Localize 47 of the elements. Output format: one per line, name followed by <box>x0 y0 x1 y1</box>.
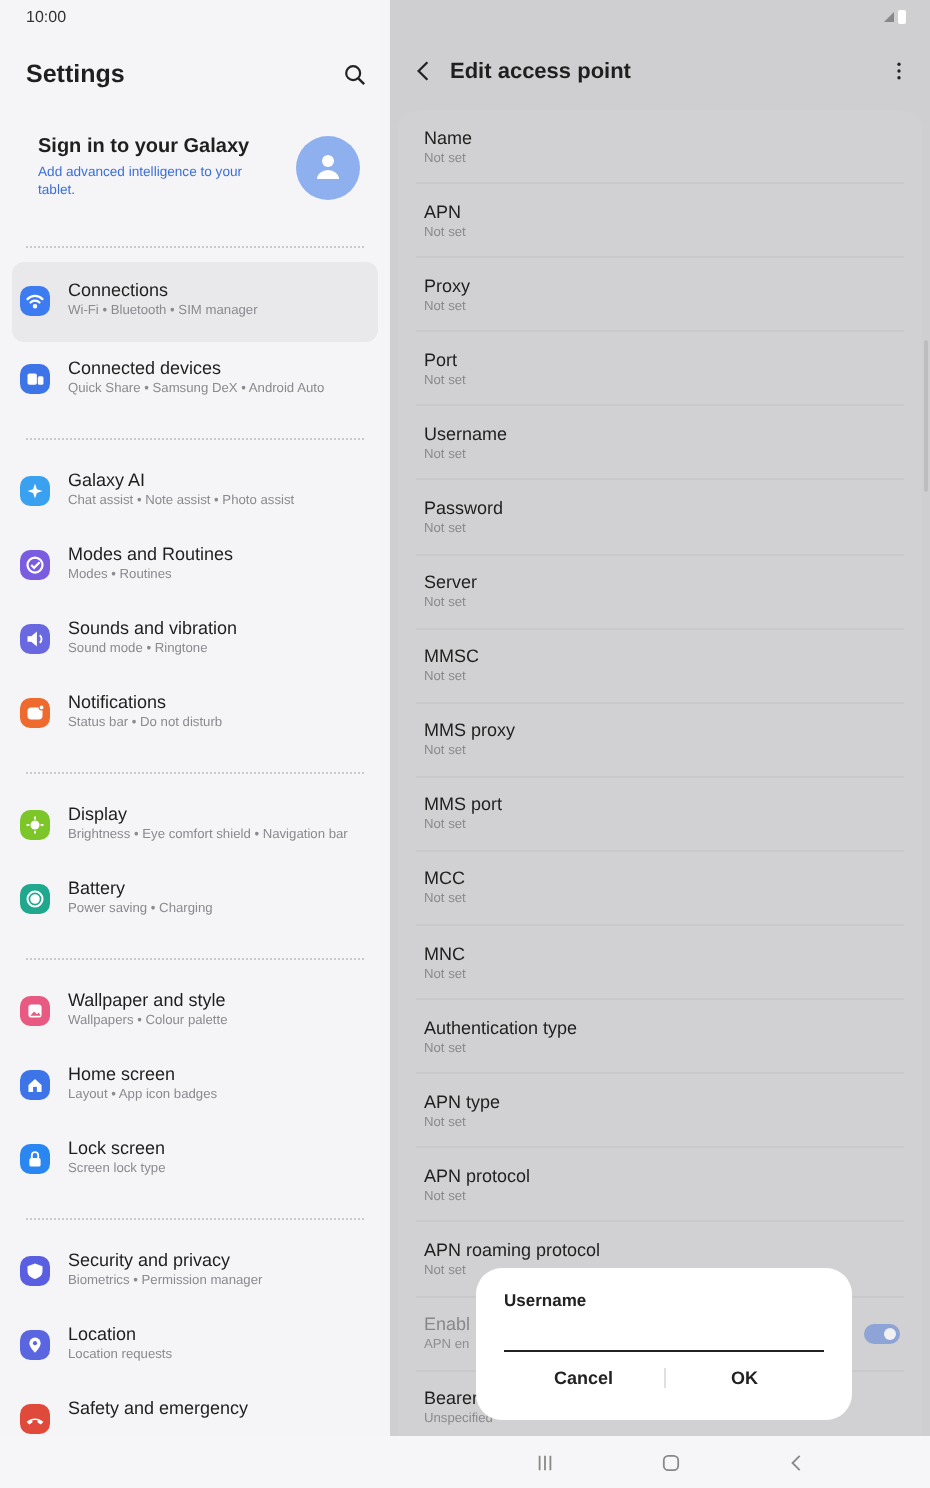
row-title: Proxy <box>424 273 471 298</box>
row-title: Name <box>424 125 473 150</box>
item-title: Battery <box>68 876 128 901</box>
status-time: 10:00 <box>26 7 67 25</box>
row-title: Bearer <box>424 1386 481 1411</box>
row-title: Username <box>424 421 508 446</box>
dialog-button[interactable]: OK <box>665 1360 824 1396</box>
row-title: Enabl <box>424 1312 471 1337</box>
row-title: Password <box>424 496 504 521</box>
row-title: Server <box>424 570 478 595</box>
row-title: Port <box>424 347 460 372</box>
home-icon[interactable] <box>661 1453 679 1471</box>
row-title: MCC <box>424 866 466 891</box>
dialog-button[interactable]: Cancel <box>504 1360 663 1396</box>
item-title: Modes and Routines <box>68 542 234 567</box>
back-icon[interactable] <box>416 60 430 82</box>
item-title: Safety and emergency <box>68 1396 249 1421</box>
row-title: APN type <box>424 1089 501 1114</box>
row-title: Authentication type <box>424 1015 578 1040</box>
item-title: Notifications <box>68 690 169 715</box>
signal-icon <box>884 11 894 21</box>
item-title: Security and privacy <box>68 1248 233 1273</box>
item-title: Location <box>68 1322 139 1347</box>
row-title: APN roaming protocol <box>424 1237 601 1262</box>
item-title: Home screen <box>68 1062 178 1087</box>
item-title: Display <box>68 802 130 827</box>
account-title[interactable]: Sign in to your Galaxy <box>38 136 278 158</box>
battery-icon <box>898 9 906 23</box>
screen-title: Settings <box>26 60 125 88</box>
row-title: APN <box>424 199 464 224</box>
recents-icon[interactable] <box>535 1453 553 1471</box>
row-title: MNC <box>424 941 466 966</box>
row-title: MMS proxy <box>424 718 516 743</box>
item-title: Connected devices <box>68 356 224 381</box>
item-title: Sounds and vibration <box>68 616 238 641</box>
more-icon[interactable] <box>896 60 902 82</box>
avatar-icon[interactable] <box>296 136 360 201</box>
search-icon[interactable] <box>344 63 366 85</box>
settings-item[interactable]: Safety and emergency <box>12 1382 378 1436</box>
row-title: APN protocol <box>424 1163 531 1188</box>
item-title: Wallpaper and style <box>68 988 228 1013</box>
item-title: Galaxy AI <box>68 468 148 493</box>
page-title: Edit access point <box>450 59 633 83</box>
row-title: MMS port <box>424 792 503 817</box>
row-title: MMSC <box>424 644 479 669</box>
item-title: Lock screen <box>68 1136 166 1161</box>
item-title: Connections <box>68 278 171 303</box>
